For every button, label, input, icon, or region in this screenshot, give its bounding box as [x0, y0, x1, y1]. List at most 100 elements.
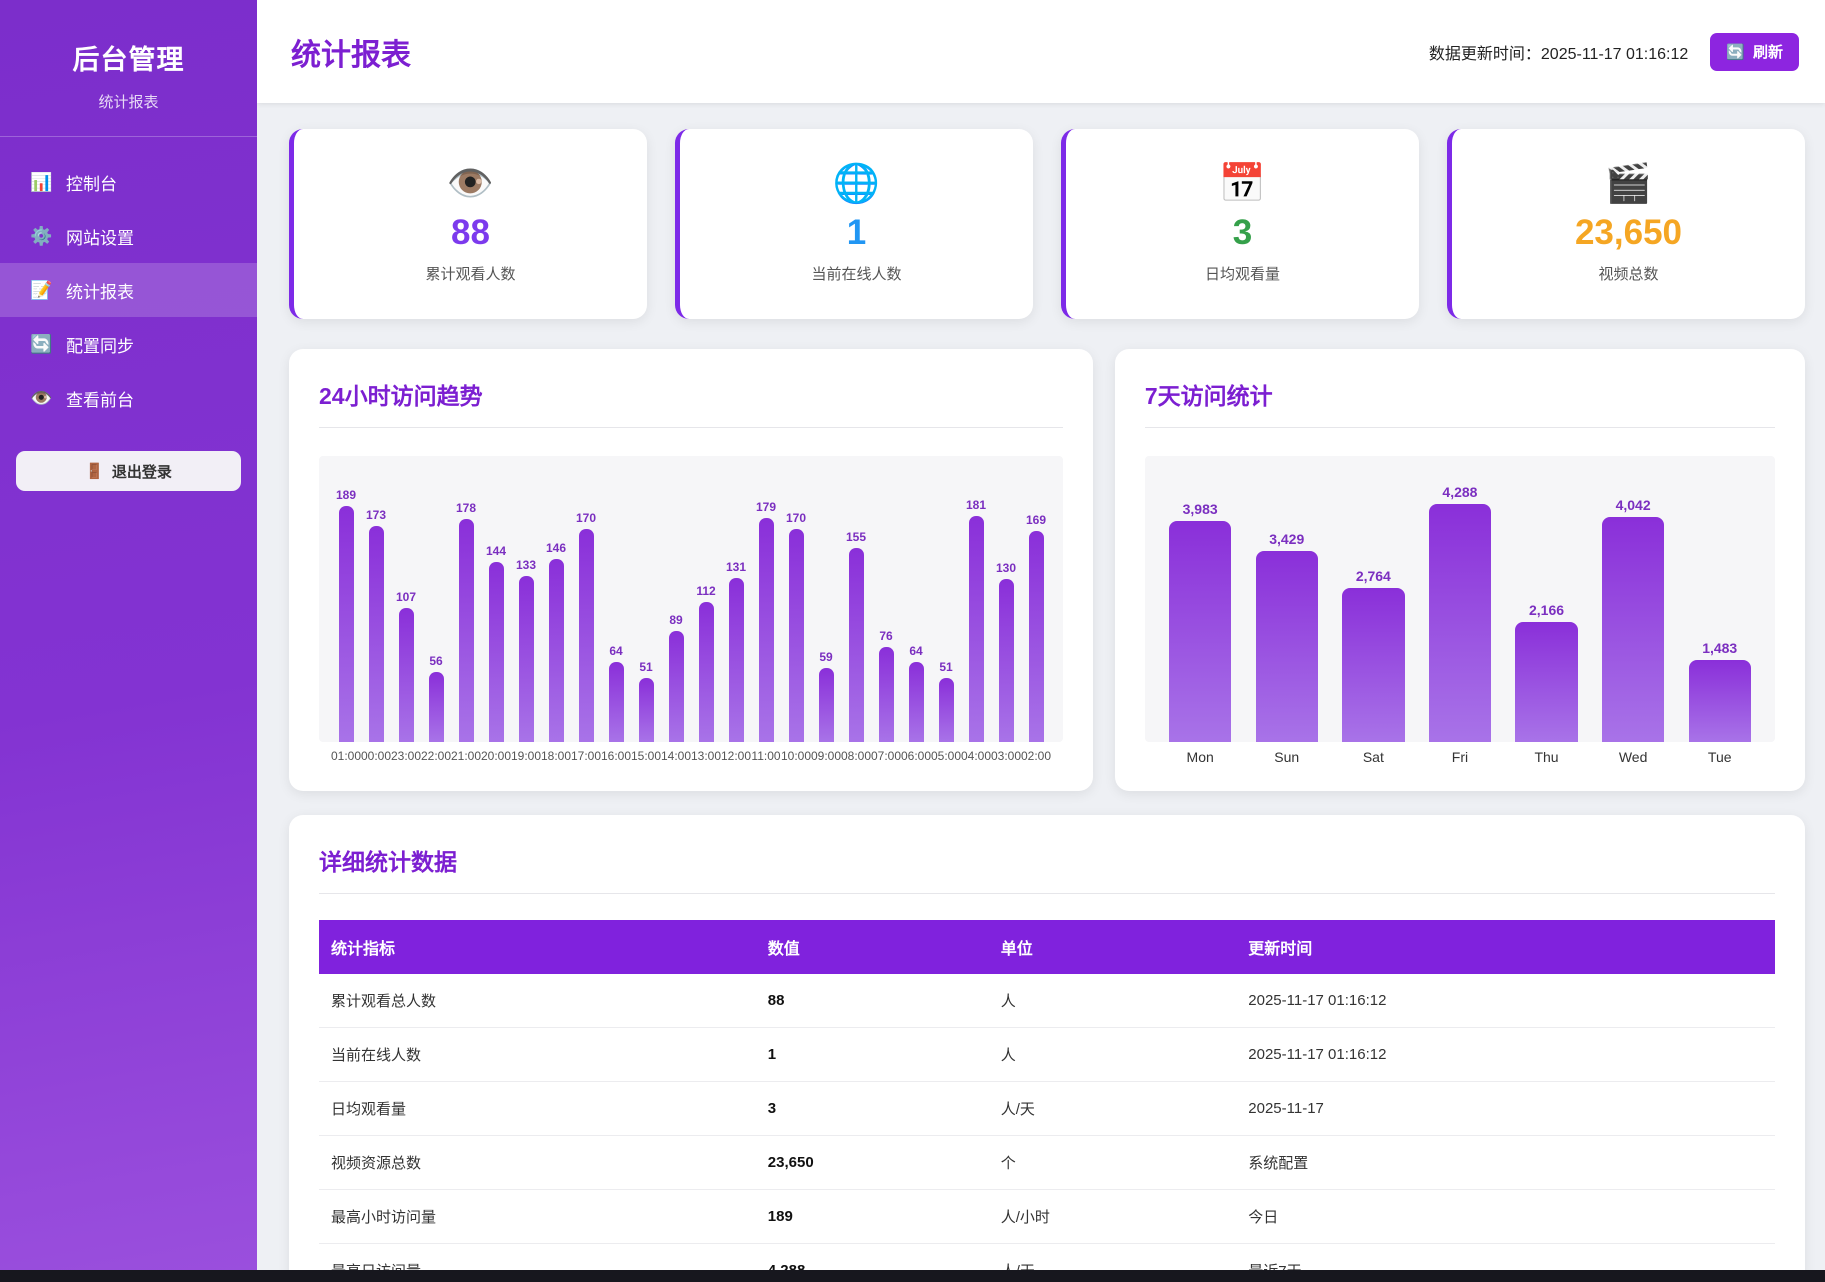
bar-value-label: 181 [966, 498, 986, 512]
bar [669, 631, 684, 742]
sidebar-item-网站设置[interactable]: ⚙️网站设置 [0, 209, 257, 263]
x-tick-label: Tue [1708, 749, 1732, 765]
table-cell: 视频资源总数 [319, 1136, 756, 1190]
sidebar-menu: 📊控制台⚙️网站设置 📝 统计报表 🔄 配置同步 👁️查看前台 [0, 155, 257, 425]
x-tick: Sat [1330, 749, 1417, 765]
x-tick-label: Fri [1452, 749, 1468, 765]
sidebar-item-label: 统计报表 [66, 278, 134, 303]
x-tick-label: Thu [1534, 749, 1558, 765]
x-tick: 06:00 [901, 749, 931, 763]
x-tick-label: 05:00 [931, 749, 961, 763]
weekly-chart-plot: 3,9833,4292,7644,2882,1664,0421,483 [1145, 456, 1775, 742]
x-tick: 08:00 [841, 749, 871, 763]
stat-value: 23,650 [1575, 213, 1682, 253]
x-tick-label: 23:00 [391, 749, 421, 763]
table-cell: 人/天 [989, 1082, 1237, 1136]
bar-value-label: 3,983 [1183, 501, 1218, 517]
bar-value-label: 170 [786, 511, 806, 525]
sidebar-title: 后台管理 [0, 38, 257, 77]
logout-label: 退出登录 [112, 461, 172, 482]
bar [549, 559, 564, 742]
memo-icon: 📝 [30, 280, 52, 301]
bar-value-label: 179 [756, 500, 776, 514]
sidebar-item-label: 配置同步 [66, 332, 134, 357]
refresh-button[interactable]: 🔄 刷新 [1710, 33, 1799, 71]
x-tick-label: Sun [1274, 749, 1299, 765]
bar-value-label: 59 [819, 650, 832, 664]
bar [969, 516, 984, 742]
x-tick-label: 09:00 [811, 749, 841, 763]
refresh-label: 刷新 [1753, 41, 1783, 62]
table-cell: 3 [756, 1082, 989, 1136]
bar-value-label: 4,288 [1442, 484, 1477, 500]
bar-slot: 2,166 [1503, 602, 1590, 742]
bar-slot: 169 [1021, 513, 1051, 742]
x-tick-label: Sat [1363, 749, 1384, 765]
x-tick: 17:00 [571, 749, 601, 763]
logout-button[interactable]: 🚪 退出登录 [16, 451, 241, 491]
bar-slot: 1,483 [1676, 640, 1763, 742]
bar-slot: 155 [841, 530, 871, 742]
bar-value-label: 2,764 [1356, 568, 1391, 584]
bar-slot: 4,288 [1417, 484, 1504, 742]
bar [1169, 521, 1231, 742]
sidebar-item-查看前台[interactable]: 👁️查看前台 [0, 371, 257, 425]
table-cell: 最近7天 [1236, 1244, 1775, 1271]
sidebar-item-控制台[interactable]: 📊控制台 [0, 155, 257, 209]
x-tick-label: 14:00 [661, 749, 691, 763]
table-row: 最高小时访问量189人/小时今日 [319, 1190, 1775, 1244]
stat-value: 1 [847, 213, 866, 253]
x-tick-label: 21:00 [451, 749, 481, 763]
content: 👁️88累计观看人数🌐1当前在线人数📅3日均观看量🎬23,650视频总数 24小… [257, 103, 1825, 1270]
stat-label: 累计观看人数 [425, 263, 515, 284]
stat-label: 日均观看量 [1205, 263, 1280, 284]
bar-value-label: 1,483 [1702, 640, 1737, 656]
bar-slot: 4,042 [1590, 497, 1677, 742]
bar [939, 678, 954, 742]
stat-card: 🌐1当前在线人数 [675, 129, 1033, 319]
bar [879, 647, 894, 742]
table-cell: 88 [756, 974, 989, 1028]
x-tick-label: 03:00 [991, 749, 1021, 763]
bar [339, 506, 354, 742]
update-time: 数据更新时间：2025-11-17 01:16:12 [1429, 40, 1688, 64]
x-tick: 09:00 [811, 749, 841, 763]
table-cell: 累计观看总人数 [319, 974, 756, 1028]
sync-icon: 🔄 [30, 334, 52, 355]
bar [1256, 551, 1318, 742]
x-tick: 05:00 [931, 749, 961, 763]
bar [639, 678, 654, 742]
bar [609, 662, 624, 742]
table-cell: 2025-11-17 [1236, 1082, 1775, 1136]
table-row: 日均观看量3人/天2025-11-17 [319, 1082, 1775, 1136]
update-time-label: 数据更新时间： [1429, 46, 1541, 63]
bar-value-label: 133 [516, 558, 536, 572]
bar-slot: 144 [481, 544, 511, 742]
sidebar-item-统计报表[interactable]: 📝 统计报表 [0, 263, 257, 317]
x-tick-label: 00:00 [361, 749, 391, 763]
bar [1342, 588, 1404, 742]
bar [519, 576, 534, 742]
x-tick-label: 02:00 [1021, 749, 1051, 763]
bar [1429, 504, 1491, 742]
x-tick-label: 20:00 [481, 749, 511, 763]
table-cell: 人/小时 [989, 1190, 1237, 1244]
table-header-cell: 数值 [756, 920, 989, 974]
bar-slot: 59 [811, 650, 841, 742]
bar [1602, 517, 1664, 742]
table-cell: 当前在线人数 [319, 1028, 756, 1082]
x-tick-label: 06:00 [901, 749, 931, 763]
bar-slot: 189 [331, 488, 361, 742]
table-cell: 1 [756, 1028, 989, 1082]
table-cell: 今日 [1236, 1190, 1775, 1244]
bar-slot: 131 [721, 560, 751, 742]
bar-value-label: 144 [486, 544, 506, 558]
globe-icon: 🌐 [833, 165, 880, 203]
stat-card: 📅3日均观看量 [1061, 129, 1419, 319]
bar-value-label: 169 [1026, 513, 1046, 527]
x-tick: 14:00 [661, 749, 691, 763]
table-cell: 人/天 [989, 1244, 1237, 1271]
detail-table-title: 详细统计数据 [319, 843, 1775, 894]
bar-value-label: 146 [546, 541, 566, 555]
sidebar-item-配置同步[interactable]: 🔄 配置同步 [0, 317, 257, 371]
